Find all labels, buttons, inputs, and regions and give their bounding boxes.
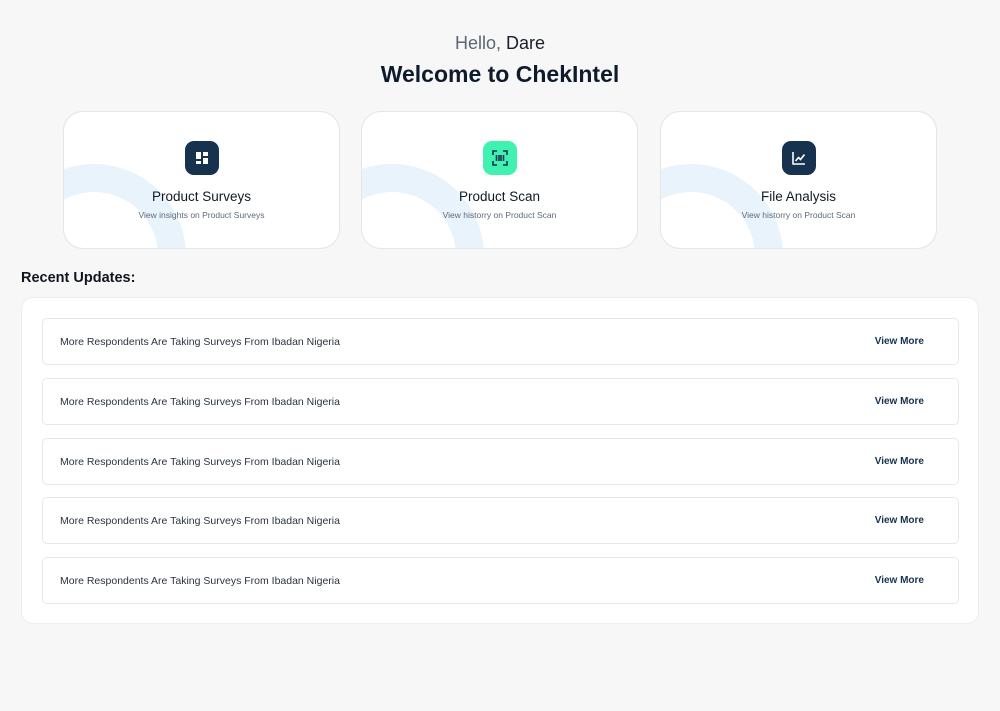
card-product-scan[interactable]: Product Scan View historry on Product Sc… [361, 111, 638, 249]
card-subtitle: View insights on Product Surveys [138, 210, 265, 220]
list-item: More Respondents Are Taking Surveys From… [42, 318, 959, 365]
greeting-hello: Hello, [454, 33, 501, 53]
card-subtitle: View historry on Product Scan [442, 210, 557, 220]
view-more-link[interactable]: View More [875, 336, 924, 347]
scan-icon [482, 141, 517, 175]
dashboard-page: Hello, Dare Welcome to ChekIntel Product… [0, 0, 1000, 711]
recent-updates-panel: More Respondents Are Taking Surveys From… [21, 297, 979, 624]
dashboard-icon [184, 141, 219, 175]
card-title: Product Surveys [151, 189, 252, 204]
chart-line-icon [781, 141, 816, 175]
card-title: File Analysis [760, 189, 837, 204]
card-product-surveys[interactable]: Product Surveys View insights on Product… [63, 111, 340, 249]
list-item: More Respondents Are Taking Surveys From… [42, 497, 959, 544]
greeting-user-name: Dare [506, 33, 546, 53]
view-more-link[interactable]: View More [875, 575, 924, 586]
page-title: Welcome to ChekIntel [380, 61, 620, 87]
card-decoration [661, 164, 783, 248]
update-text: More Respondents Are Taking Surveys From… [60, 456, 340, 468]
update-text: More Respondents Are Taking Surveys From… [60, 515, 340, 527]
card-decoration [362, 164, 484, 248]
greeting: Hello, Dare [0, 33, 1000, 54]
list-item: More Respondents Are Taking Surveys From… [42, 438, 959, 485]
update-text: More Respondents Are Taking Surveys From… [60, 575, 340, 587]
view-more-link[interactable]: View More [875, 515, 924, 526]
card-title: Product Scan [458, 189, 541, 204]
recent-updates-heading: Recent Updates: [21, 270, 136, 286]
list-item: More Respondents Are Taking Surveys From… [42, 557, 959, 604]
list-item: More Respondents Are Taking Surveys From… [42, 378, 959, 425]
view-more-link[interactable]: View More [875, 396, 924, 407]
card-decoration [64, 164, 186, 248]
update-text: More Respondents Are Taking Surveys From… [60, 396, 340, 408]
feature-cards: Product Surveys View insights on Product… [63, 111, 937, 249]
card-subtitle: View historry on Product Scan [741, 210, 856, 220]
view-more-link[interactable]: View More [875, 456, 924, 467]
update-text: More Respondents Are Taking Surveys From… [60, 336, 340, 348]
card-file-analysis[interactable]: File Analysis View historry on Product S… [660, 111, 937, 249]
